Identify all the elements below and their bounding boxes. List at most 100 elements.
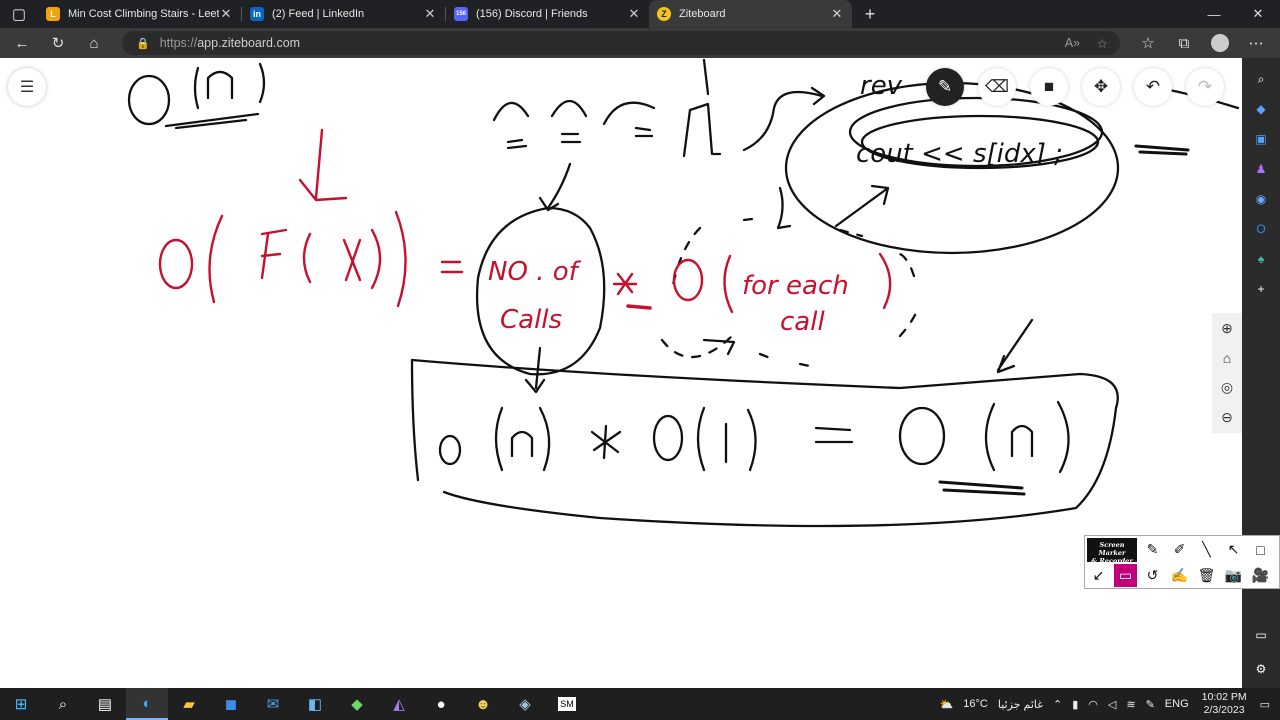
zoom-controls: ⊕ ⌂ ◎ ⊖ bbox=[1212, 313, 1242, 433]
office-icon[interactable]: ◉ bbox=[1250, 188, 1272, 210]
add-icon[interactable]: + bbox=[1250, 278, 1272, 300]
close-icon[interactable]: ✕ bbox=[627, 6, 641, 22]
ink-paren bbox=[494, 406, 504, 472]
home-icon[interactable]: ⌂ bbox=[76, 28, 112, 58]
screen-marker-icon[interactable]: SM bbox=[546, 688, 588, 720]
history-icon[interactable]: ↺ bbox=[1141, 564, 1164, 587]
pointer-icon[interactable]: ↙ bbox=[1087, 564, 1110, 587]
favorites-icon[interactable]: ☆ bbox=[1130, 28, 1166, 58]
camera-icon[interactable]: 📷 bbox=[1222, 564, 1245, 587]
tab-leetcode[interactable]: L Min Cost Climbing Stairs - LeetCo ✕ bbox=[38, 0, 241, 28]
system-tray: ⛅ 16°C غائم جزئيا ⌃ ▮ ◠ ◁ ≋ ✎ ENG 10:02 … bbox=[935, 688, 1280, 720]
profile-avatar[interactable] bbox=[1202, 28, 1238, 58]
search-icon[interactable]: ⌕ bbox=[1250, 68, 1272, 90]
settings-icon[interactable]: ⚙ bbox=[1250, 658, 1272, 680]
ink-red-equals bbox=[440, 260, 464, 274]
address-bar[interactable]: 🔒 https:// app.ziteboard.com A» ☆ bbox=[122, 31, 1120, 55]
tab-label: Ziteboard bbox=[679, 8, 726, 20]
ink-arrow bbox=[538, 162, 572, 212]
file-explorer-icon[interactable]: ▰ bbox=[168, 688, 210, 720]
weather-icon[interactable]: ⛅ bbox=[940, 698, 954, 711]
whiteboard-canvas[interactable]: rev cout << s[idx] ; NO . of Calls for e… bbox=[0, 58, 1242, 688]
weather-text: غائم جزئيا bbox=[997, 698, 1043, 711]
visual-studio-icon[interactable]: ◭ bbox=[378, 688, 420, 720]
zoom-in-icon[interactable]: ⊕ bbox=[1221, 320, 1233, 337]
undo-icon[interactable]: ↶ bbox=[1134, 68, 1172, 106]
drop-icon[interactable]: ♠ bbox=[1250, 248, 1272, 270]
network-icon[interactable]: ◠ bbox=[1088, 698, 1098, 711]
marker-icon[interactable]: ✐ bbox=[1168, 538, 1191, 561]
ink-underline bbox=[1134, 144, 1190, 156]
highlighter-icon[interactable]: ✍ bbox=[1168, 564, 1191, 587]
app-icon[interactable]: ◧ bbox=[294, 688, 336, 720]
volume-icon[interactable]: ◁ bbox=[1108, 698, 1116, 711]
video-icon[interactable]: 🎥 bbox=[1249, 564, 1272, 587]
tag-icon[interactable]: ◆ bbox=[1250, 98, 1272, 120]
ink-paren bbox=[258, 62, 266, 104]
games-icon[interactable]: ♟ bbox=[1250, 158, 1272, 180]
center-icon[interactable]: ◎ bbox=[1221, 379, 1233, 396]
ink-underline bbox=[938, 480, 1026, 496]
sticky-note-icon[interactable]: ■ bbox=[1030, 68, 1068, 106]
sidebar-toggle-icon[interactable]: ▭ bbox=[1250, 624, 1272, 646]
close-icon[interactable]: ✕ bbox=[830, 6, 844, 22]
language-indicator[interactable]: ENG bbox=[1165, 698, 1189, 710]
more-menu-icon[interactable]: ⋯ bbox=[1238, 28, 1274, 58]
tab-discord[interactable]: 156 (156) Discord | Friends ✕ bbox=[446, 0, 649, 28]
pen-icon[interactable]: ✎ bbox=[1146, 698, 1155, 711]
arrow-icon[interactable]: ↖ bbox=[1222, 538, 1245, 561]
briefcase-icon[interactable]: ▣ bbox=[1250, 128, 1272, 150]
outlook-icon[interactable]: O bbox=[1250, 218, 1272, 240]
close-icon[interactable]: ✕ bbox=[219, 6, 233, 22]
ink-equals bbox=[814, 426, 854, 444]
chevron-up-icon[interactable]: ⌃ bbox=[1053, 698, 1062, 711]
zoom-out-icon[interactable]: ⊖ bbox=[1221, 409, 1233, 426]
task-view-icon[interactable]: ▤ bbox=[84, 688, 126, 720]
notification-icon[interactable]: ▭ bbox=[1260, 698, 1270, 711]
clock-date: 2/3/2023 bbox=[1203, 704, 1245, 716]
ink-red-x bbox=[342, 238, 362, 282]
drawing-toolbar: ✎ ⌫ ■ ✥ ↶ ↷ bbox=[926, 68, 1224, 106]
screen-marker-row: ↙ ▭ ↺ ✍ 🗑 📷 🎥 bbox=[1087, 564, 1272, 587]
tab-label: Min Cost Climbing Stairs - LeetCo bbox=[68, 8, 219, 20]
store-icon[interactable]: ◼ bbox=[210, 688, 252, 720]
ink-for-each: for each bbox=[742, 271, 849, 301]
tab-ziteboard[interactable]: Z Ziteboard ✕ bbox=[649, 0, 852, 28]
refresh-icon[interactable]: ↻ bbox=[40, 28, 76, 58]
tab-actions-icon[interactable]: ▢ bbox=[0, 0, 38, 28]
search-icon[interactable]: ⌕ bbox=[42, 688, 84, 720]
add-favorite-icon[interactable]: ☆ bbox=[1097, 36, 1108, 51]
pycharm-icon[interactable]: ◆ bbox=[336, 688, 378, 720]
recorder-icon[interactable]: ● bbox=[420, 688, 462, 720]
close-window-icon[interactable]: ✕ bbox=[1236, 0, 1280, 28]
app-icon[interactable]: ◈ bbox=[504, 688, 546, 720]
wifi-icon[interactable]: ≋ bbox=[1126, 698, 1135, 711]
pencil-icon[interactable]: ✎ bbox=[1141, 538, 1164, 561]
eraser-icon[interactable]: ⌫ bbox=[978, 68, 1016, 106]
edge-icon[interactable]: ◐ bbox=[126, 688, 168, 720]
read-aloud-icon[interactable]: A» bbox=[1065, 36, 1080, 50]
rectangle-icon[interactable]: □ bbox=[1249, 538, 1272, 561]
collections-icon[interactable]: ⧉ bbox=[1166, 28, 1202, 58]
tab-linkedin[interactable]: in (2) Feed | LinkedIn ✕ bbox=[242, 0, 445, 28]
back-icon[interactable]: ← bbox=[4, 28, 40, 58]
clock[interactable]: 10:02 PM 2/3/2023 bbox=[1202, 691, 1247, 717]
board-menu-button[interactable]: ☰ bbox=[8, 68, 46, 106]
new-tab-button[interactable]: + bbox=[852, 0, 888, 28]
mail-icon[interactable]: ✉ bbox=[252, 688, 294, 720]
minimize-icon[interactable]: — bbox=[1192, 0, 1236, 28]
monitor-icon[interactable]: ▭ bbox=[1114, 564, 1137, 587]
app-icon[interactable]: ☻ bbox=[462, 688, 504, 720]
ink-arrow bbox=[742, 86, 826, 152]
redo-icon[interactable]: ↷ bbox=[1186, 68, 1224, 106]
close-icon[interactable]: ✕ bbox=[423, 6, 437, 22]
line-icon[interactable]: ╲ bbox=[1195, 538, 1218, 561]
ink-red-star bbox=[612, 272, 638, 296]
move-icon[interactable]: ✥ bbox=[1082, 68, 1120, 106]
start-icon[interactable]: ⊞ bbox=[0, 688, 42, 720]
home-icon[interactable]: ⌂ bbox=[1223, 350, 1231, 366]
pencil-icon[interactable]: ✎ bbox=[926, 68, 964, 106]
trash-icon[interactable]: 🗑 bbox=[1195, 564, 1218, 587]
handwriting-layer: rev cout << s[idx] ; NO . of Calls for e… bbox=[127, 58, 1240, 528]
usb-icon[interactable]: ▮ bbox=[1072, 698, 1078, 711]
